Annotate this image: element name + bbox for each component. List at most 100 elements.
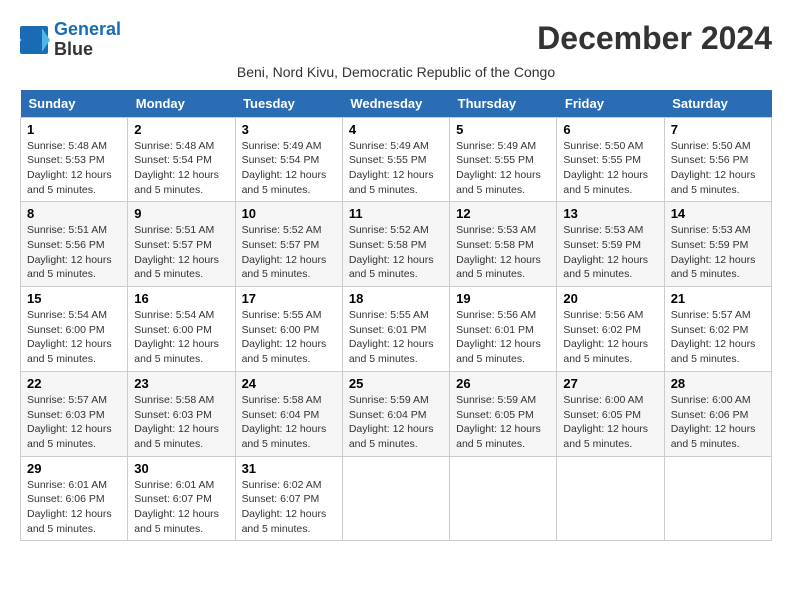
day-info: Sunrise: 5:55 AMSunset: 6:00 PMDaylight:… [242,308,336,367]
calendar-cell: 20Sunrise: 5:56 AMSunset: 6:02 PMDayligh… [557,287,664,372]
day-info: Sunrise: 5:59 AMSunset: 6:04 PMDaylight:… [349,393,443,452]
header-cell-saturday: Saturday [664,90,771,118]
calendar-cell: 2 Sunrise: 5:48 AMSunset: 5:54 PMDaylight… [128,117,235,202]
header-cell-tuesday: Tuesday [235,90,342,118]
logo-line2: Blue [54,40,121,60]
day-number: 5 [456,122,550,137]
calendar-cell: 19 Sunrise: 5:56 AMSunset: 6:01 PMDayligh… [450,287,557,372]
day-number: 6 [563,122,657,137]
day-info: Sunrise: 6:00 AMSunset: 6:05 PMDaylight:… [563,393,657,452]
day-number: 13 [563,206,657,221]
calendar-cell: 9 Sunrise: 5:51 AMSunset: 5:57 PMDaylight… [128,202,235,287]
day-info: Sunrise: 5:56 AMSunset: 6:02 PMDaylight:… [563,308,657,367]
calendar-cell [342,456,449,541]
day-number: 2 [134,122,228,137]
calendar-cell: 7 Sunrise: 5:50 AMSunset: 5:56 PMDaylight… [664,117,771,202]
header-row: SundayMondayTuesdayWednesdayThursdayFrid… [21,90,772,118]
calendar-cell: 3Sunrise: 5:49 AMSunset: 5:54 PMDaylight… [235,117,342,202]
day-info: Sunrise: 5:53 AMSunset: 5:59 PMDaylight:… [563,223,657,282]
calendar-cell: 6 Sunrise: 5:50 AMSunset: 5:55 PMDaylight… [557,117,664,202]
calendar-cell: 12 Sunrise: 5:53 AMSunset: 5:58 PMDayligh… [450,202,557,287]
day-info: Sunrise: 5:53 AMSunset: 5:58 PMDaylight:… [456,223,550,282]
day-info: Sunrise: 5:48 AMSunset: 5:54 PMDaylight:… [134,139,228,198]
calendar-cell: 24 Sunrise: 5:58 AMSunset: 6:04 PMDayligh… [235,371,342,456]
day-number: 9 [134,206,228,221]
day-info: Sunrise: 6:01 AMSunset: 6:06 PMDaylight:… [27,478,121,537]
day-info: Sunrise: 5:51 AMSunset: 5:57 PMDaylight:… [134,223,228,282]
calendar-cell: 13 Sunrise: 5:53 AMSunset: 5:59 PMDayligh… [557,202,664,287]
week-row-3: 15 Sunrise: 5:54 AMSunset: 6:00 PMDayligh… [21,287,772,372]
calendar-cell: 30 Sunrise: 6:01 AMSunset: 6:07 PMDayligh… [128,456,235,541]
day-info: Sunrise: 5:50 AMSunset: 5:55 PMDaylight:… [563,139,657,198]
calendar-cell: 31Sunrise: 6:02 AMSunset: 6:07 PMDayligh… [235,456,342,541]
logo: General Blue [20,20,121,60]
day-info: Sunrise: 5:48 AMSunset: 5:53 PMDaylight:… [27,139,121,198]
calendar-table: SundayMondayTuesdayWednesdayThursdayFrid… [20,90,772,542]
day-number: 22 [27,376,121,391]
day-number: 25 [349,376,443,391]
day-number: 28 [671,376,765,391]
day-info: Sunrise: 5:54 AMSunset: 6:00 PMDaylight:… [134,308,228,367]
day-number: 14 [671,206,765,221]
day-info: Sunrise: 5:58 AMSunset: 6:04 PMDaylight:… [242,393,336,452]
calendar-cell [664,456,771,541]
day-number: 29 [27,461,121,476]
calendar-cell: 22 Sunrise: 5:57 AMSunset: 6:03 PMDayligh… [21,371,128,456]
header-cell-sunday: Sunday [21,90,128,118]
day-number: 7 [671,122,765,137]
day-number: 4 [349,122,443,137]
calendar-cell: 17 Sunrise: 5:55 AMSunset: 6:00 PMDayligh… [235,287,342,372]
day-number: 19 [456,291,550,306]
day-number: 17 [242,291,336,306]
logo-icon [20,26,50,54]
calendar-cell: 29 Sunrise: 6:01 AMSunset: 6:06 PMDayligh… [21,456,128,541]
day-info: Sunrise: 5:53 AMSunset: 5:59 PMDaylight:… [671,223,765,282]
day-number: 11 [349,206,443,221]
day-info: Sunrise: 6:01 AMSunset: 6:07 PMDaylight:… [134,478,228,537]
day-number: 18 [349,291,443,306]
header-cell-friday: Friday [557,90,664,118]
day-info: Sunrise: 5:50 AMSunset: 5:56 PMDaylight:… [671,139,765,198]
day-number: 8 [27,206,121,221]
day-number: 26 [456,376,550,391]
calendar-cell: 4 Sunrise: 5:49 AMSunset: 5:55 PMDaylight… [342,117,449,202]
calendar-cell: 28 Sunrise: 6:00 AMSunset: 6:06 PMDayligh… [664,371,771,456]
day-info: Sunrise: 5:49 AMSunset: 5:55 PMDaylight:… [349,139,443,198]
day-number: 1 [27,122,121,137]
calendar-cell: 11 Sunrise: 5:52 AMSunset: 5:58 PMDayligh… [342,202,449,287]
logo-text: General Blue [54,20,121,60]
day-number: 30 [134,461,228,476]
day-info: Sunrise: 5:49 AMSunset: 5:55 PMDaylight:… [456,139,550,198]
day-info: Sunrise: 6:00 AMSunset: 6:06 PMDaylight:… [671,393,765,452]
day-info: Sunrise: 6:02 AMSunset: 6:07 PMDaylight:… [242,478,336,537]
day-number: 16 [134,291,228,306]
day-number: 12 [456,206,550,221]
header-cell-wednesday: Wednesday [342,90,449,118]
day-info: Sunrise: 5:58 AMSunset: 6:03 PMDaylight:… [134,393,228,452]
day-number: 10 [242,206,336,221]
day-info: Sunrise: 5:49 AMSunset: 5:54 PMDaylight:… [242,139,336,198]
calendar-cell: 23Sunrise: 5:58 AMSunset: 6:03 PMDayligh… [128,371,235,456]
day-info: Sunrise: 5:57 AMSunset: 6:02 PMDaylight:… [671,308,765,367]
week-row-5: 29 Sunrise: 6:01 AMSunset: 6:06 PMDayligh… [21,456,772,541]
day-info: Sunrise: 5:56 AMSunset: 6:01 PMDaylight:… [456,308,550,367]
calendar-cell: 10 Sunrise: 5:52 AMSunset: 5:57 PMDayligh… [235,202,342,287]
subtitle: Beni, Nord Kivu, Democratic Republic of … [20,64,772,80]
week-row-4: 22 Sunrise: 5:57 AMSunset: 6:03 PMDayligh… [21,371,772,456]
calendar-cell: 15Sunrise: 5:54 AMSunset: 6:00 PMDayligh… [21,287,128,372]
day-number: 27 [563,376,657,391]
week-row-2: 8Sunrise: 5:51 AMSunset: 5:56 PMDaylight… [21,202,772,287]
calendar-cell: 21Sunrise: 5:57 AMSunset: 6:02 PMDayligh… [664,287,771,372]
day-info: Sunrise: 5:52 AMSunset: 5:58 PMDaylight:… [349,223,443,282]
day-number: 15 [27,291,121,306]
calendar-cell: 14 Sunrise: 5:53 AMSunset: 5:59 PMDayligh… [664,202,771,287]
day-number: 24 [242,376,336,391]
header-cell-thursday: Thursday [450,90,557,118]
day-info: Sunrise: 5:52 AMSunset: 5:57 PMDaylight:… [242,223,336,282]
day-info: Sunrise: 5:57 AMSunset: 6:03 PMDaylight:… [27,393,121,452]
calendar-cell: 16 Sunrise: 5:54 AMSunset: 6:00 PMDayligh… [128,287,235,372]
calendar-cell [450,456,557,541]
calendar-cell: 18Sunrise: 5:55 AMSunset: 6:01 PMDayligh… [342,287,449,372]
calendar-cell: 27 Sunrise: 6:00 AMSunset: 6:05 PMDayligh… [557,371,664,456]
calendar-cell: 1 Sunrise: 5:48 AMSunset: 5:53 PMDaylight… [21,117,128,202]
